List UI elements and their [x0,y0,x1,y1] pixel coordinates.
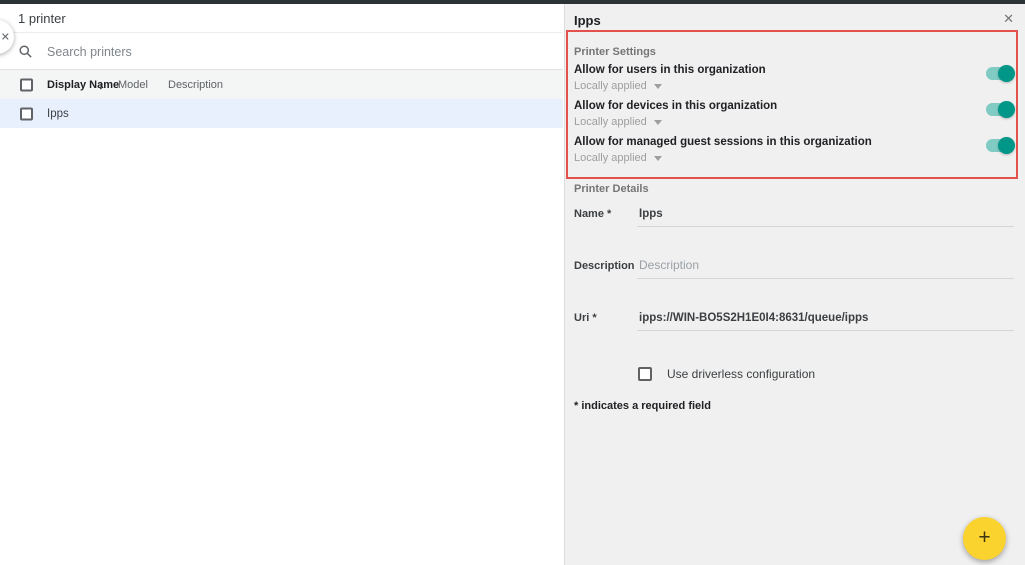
search-row [0,34,563,70]
add-printer-button[interactable]: + [963,517,1006,560]
description-field[interactable] [637,256,1014,279]
close-icon: ✕ [1,31,10,44]
locally-applied-dropdown[interactable]: Locally applied [574,80,662,92]
printer-count: 1 printer [18,11,66,26]
toggle-thumb [998,137,1015,154]
uri-field-row: Uri * [574,308,1017,334]
printer-list-panel: 1 printer Display Name ↓ Model Descripti… [0,4,563,565]
description-field-row: Description [574,256,1017,282]
toggle-label: Allow for users in this organization [574,64,1017,77]
allow-users-toggle[interactable] [986,67,1013,80]
printer-settings-section-label: Printer Settings [574,46,656,58]
table-header-row: Display Name ↓ Model Description [0,70,563,99]
column-header-description[interactable]: Description [168,79,223,91]
top-bar [0,0,1025,4]
driverless-config-row: Use driverless configuration [638,367,815,381]
dropdown-arrow-icon [654,156,662,161]
toggle-row-guest-sessions: Allow for managed guest sessions in this… [574,136,1017,166]
name-field[interactable] [637,204,1014,227]
row-checkbox[interactable] [20,107,33,120]
allow-guest-sessions-toggle[interactable] [986,139,1013,152]
toggle-row-users: Allow for users in this organization Loc… [574,64,1017,94]
required-field-note: * indicates a required field [574,400,711,412]
toggle-label: Allow for devices in this organization [574,100,1017,113]
column-header-display-name[interactable]: Display Name [47,79,119,91]
locally-applied-label: Locally applied [574,80,647,92]
search-icon [18,44,33,59]
name-field-label: Name * [574,208,611,220]
driverless-config-label: Use driverless configuration [667,367,815,381]
locally-applied-label: Locally applied [574,152,647,164]
close-panel-icon[interactable]: ✕ [1001,10,1016,27]
dropdown-arrow-icon [654,84,662,89]
printer-row-name: Ipps [47,108,69,120]
plus-icon: + [978,527,990,548]
toggle-thumb [998,101,1015,118]
uri-field-label: Uri * [574,312,597,324]
allow-devices-toggle[interactable] [986,103,1013,116]
select-all-checkbox[interactable] [20,78,33,91]
printer-detail-panel: Ipps ✕ Printer Settings Allow for users … [564,4,1025,565]
panel-title: Ipps [574,13,601,28]
uri-field[interactable] [637,308,1014,331]
search-input[interactable] [45,44,385,60]
name-field-row: Name * [574,204,1017,230]
toggle-row-devices: Allow for devices in this organization L… [574,100,1017,130]
column-header-model[interactable]: Model [118,79,148,91]
dropdown-arrow-icon [654,120,662,125]
list-toolbar: 1 printer [0,4,563,33]
description-field-label: Description [574,260,635,272]
locally-applied-dropdown[interactable]: Locally applied [574,152,662,164]
printer-details-section-label: Printer Details [574,183,649,195]
toggle-label: Allow for managed guest sessions in this… [574,136,1017,149]
toggle-thumb [998,65,1015,82]
table-row[interactable]: Ipps [0,99,563,128]
locally-applied-label: Locally applied [574,116,647,128]
locally-applied-dropdown[interactable]: Locally applied [574,116,662,128]
driverless-config-checkbox[interactable] [638,367,652,381]
sort-desc-icon[interactable]: ↓ [98,78,104,92]
